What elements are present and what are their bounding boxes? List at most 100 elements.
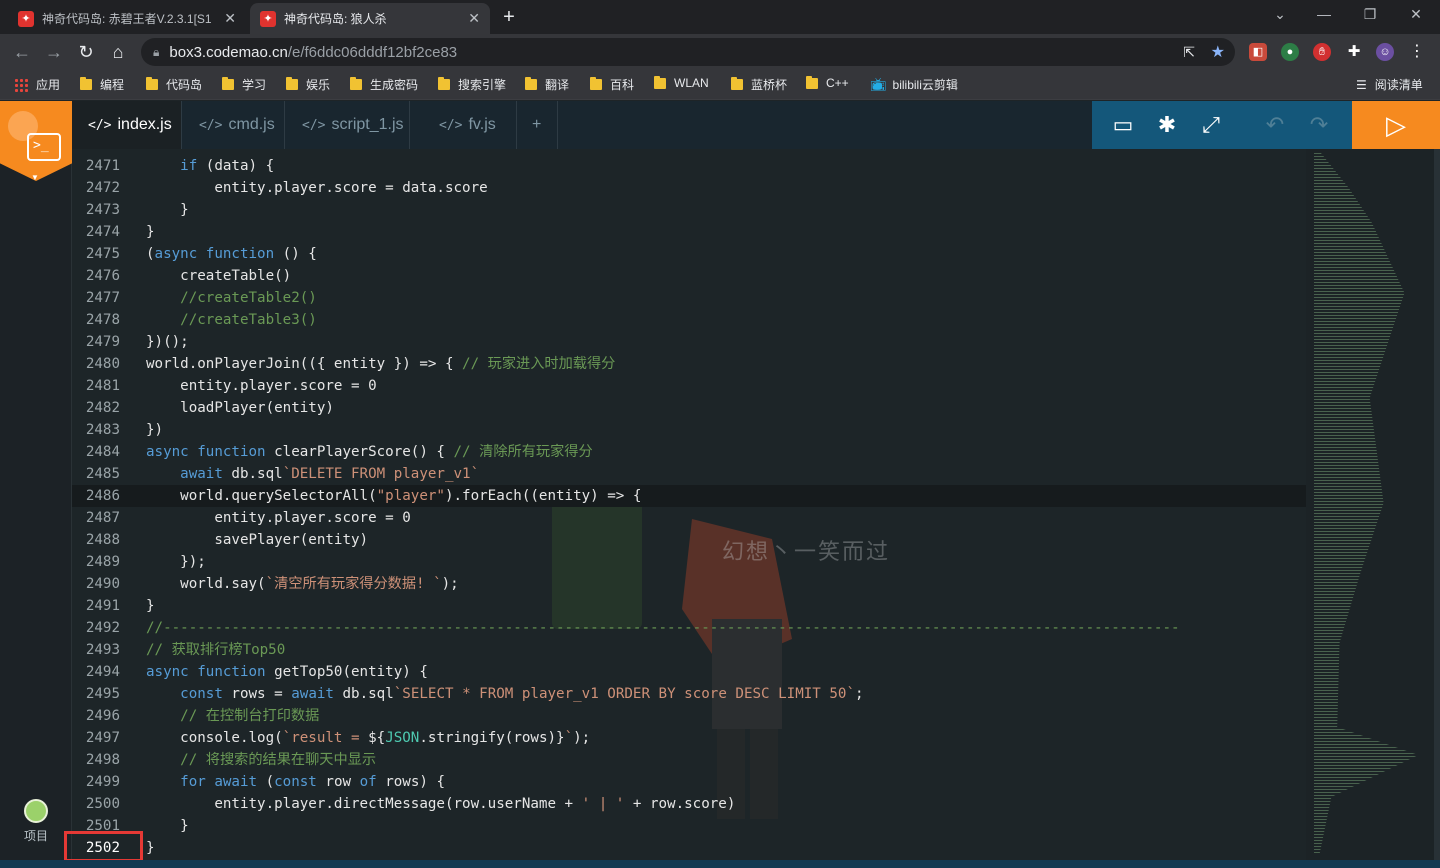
line-text: async function getTop50(entity) {: [146, 661, 428, 683]
reload-icon[interactable]: ↻: [74, 40, 98, 64]
code-token: (data) {: [197, 158, 275, 174]
code-line[interactable]: 2495 const rows = await db.sql`SELECT * …: [72, 683, 1306, 705]
fullscreen-icon[interactable]: ⤢: [1197, 111, 1225, 139]
code-token: entity.player.score = 0: [146, 378, 377, 394]
code-line[interactable]: 2497 console.log(`result = ${JSON.string…: [72, 727, 1306, 749]
profile-avatar[interactable]: ☺: [1376, 43, 1394, 61]
close-tab-icon[interactable]: ✕: [468, 10, 480, 27]
forward-arrow-icon[interactable]: →: [42, 40, 66, 64]
bookmark-folder[interactable]: 百科: [590, 76, 634, 93]
bookmark-folder[interactable]: 蓝桥杯: [731, 76, 787, 93]
code-token: db.sql: [333, 686, 394, 702]
bookmark-folder[interactable]: 生成密码: [350, 76, 418, 93]
folder-icon: [731, 77, 743, 90]
code-line[interactable]: 2478 //createTable3(): [72, 309, 1306, 331]
tab-cmd-js[interactable]: </> cmd.js: [183, 101, 285, 149]
code-line[interactable]: 2502}: [72, 837, 1306, 859]
undo-icon[interactable]: ↶: [1261, 111, 1289, 139]
line-number: 2491: [85, 598, 120, 614]
extension-2-icon[interactable]: ●: [1281, 43, 1299, 61]
home-icon[interactable]: ⌂: [106, 40, 130, 64]
new-tab-button[interactable]: +: [497, 6, 521, 29]
run-button[interactable]: ▷: [1352, 101, 1440, 149]
extensions-puzzle-icon[interactable]: ✚: [1345, 43, 1363, 61]
code-line[interactable]: 2481 entity.player.score = 0: [72, 375, 1306, 397]
tab-index-js[interactable]: </> index.js: [72, 101, 182, 149]
line-number: 2490: [85, 576, 120, 592]
restore-icon[interactable]: ❐: [1358, 6, 1382, 23]
code-line[interactable]: 2501 }: [72, 815, 1306, 837]
browser-tab-2[interactable]: ✦ 神奇代码岛: 狼人杀 ✕: [250, 3, 490, 34]
code-line[interactable]: 2487 entity.player.score = 0: [72, 507, 1306, 529]
line-text: createTable(): [146, 265, 291, 287]
vertical-scrollbar[interactable]: [1434, 149, 1440, 868]
logo-terminal-button[interactable]: >_ ▼: [0, 101, 72, 181]
bookmark-apps[interactable]: 应用: [14, 76, 60, 93]
code-line[interactable]: 2479})();: [72, 331, 1306, 353]
project-button[interactable]: 项目: [18, 799, 54, 844]
minimize-icon[interactable]: —: [1312, 6, 1336, 22]
code-line[interactable]: 2485 await db.sql`DELETE FROM player_v1`: [72, 463, 1306, 485]
extension-3-icon[interactable]: ✋︎: [1313, 43, 1331, 61]
back-arrow-icon[interactable]: ←: [10, 40, 34, 64]
bookmark-folder[interactable]: WLAN: [654, 75, 709, 90]
code-token: async function: [146, 444, 266, 460]
code-line[interactable]: 2492 //----------------------------------…: [72, 617, 1306, 639]
chat-icon[interactable]: ▭: [1109, 111, 1137, 139]
bookmark-folder[interactable]: 学习: [222, 76, 266, 93]
tab-fv-js[interactable]: </> fv.js: [411, 101, 517, 149]
code-token: await: [180, 466, 223, 482]
address-bar[interactable]: 🔒︎ box3.codemao.cn/e/f6ddc06dddf12bf2ce8…: [141, 38, 1235, 66]
bookmark-folder[interactable]: 代码岛: [146, 76, 202, 93]
code-line[interactable]: 2500 entity.player.directMessage(row.use…: [72, 793, 1306, 815]
code-line[interactable]: 2480 world.onPlayerJoin(({ entity }) => {…: [72, 353, 1306, 375]
code-line[interactable]: 2473 }: [72, 199, 1306, 221]
code-line[interactable]: 2490 world.say(`清空所有玩家得分数据! `);: [72, 573, 1306, 595]
code-line[interactable]: 2488 savePlayer(entity): [72, 529, 1306, 551]
code-line[interactable]: 2471 if (data) {: [72, 155, 1306, 177]
folder-icon: [525, 77, 537, 90]
code-line[interactable]: 2483}): [72, 419, 1306, 441]
code-line[interactable]: 2498 // 将搜索的结果在聊天中显示: [72, 749, 1306, 771]
redo-icon[interactable]: ↷: [1305, 111, 1333, 139]
reading-list[interactable]: ☰ 阅读清单: [1356, 76, 1423, 93]
bookmark-folder[interactable]: 编程: [80, 76, 124, 93]
bookmark-folder[interactable]: 搜索引擎: [438, 76, 506, 93]
bookmark-folder[interactable]: C++: [806, 75, 849, 90]
bookmark-star-icon[interactable]: ★: [1211, 42, 1225, 62]
code-line[interactable]: 2475 (async function () {: [72, 243, 1306, 265]
code-line[interactable]: 2494 async function getTop50(entity) {: [72, 661, 1306, 683]
close-tab-icon[interactable]: ✕: [224, 10, 236, 27]
extension-1-icon[interactable]: ◧: [1249, 43, 1267, 61]
terminal-icon: >_: [27, 133, 61, 161]
bookmark-bilibili[interactable]: 📺︎ bilibili云剪辑: [870, 76, 958, 93]
code-line[interactable]: 2482 loadPlayer(entity): [72, 397, 1306, 419]
code-line[interactable]: 2499 for await (const row of rows) {: [72, 771, 1306, 793]
current-line-highlight-box: [64, 831, 143, 862]
code-line[interactable]: 2489 });: [72, 551, 1306, 573]
code-line[interactable]: 2484 async function clearPlayerScore() { …: [72, 441, 1306, 463]
bookmark-folder[interactable]: 翻译: [525, 76, 569, 93]
browser-tab-1[interactable]: ✦ 神奇代码岛: 赤碧王者V.2.3.1[S1 ✕: [8, 3, 246, 34]
bookmark-folder[interactable]: 娱乐: [286, 76, 330, 93]
more-menu-icon[interactable]: ⋮: [1408, 43, 1426, 61]
close-window-icon[interactable]: ✕: [1404, 6, 1428, 23]
code-minimap[interactable]: [1306, 149, 1434, 868]
code-token: ;: [855, 686, 864, 702]
codemao-favicon-icon: ✦: [18, 10, 34, 27]
code-line[interactable]: 2493 // 获取排行榜Top50: [72, 639, 1306, 661]
code-line[interactable]: 2477 //createTable2(): [72, 287, 1306, 309]
tab-script-1-js[interactable]: </> script_1.js: [286, 101, 410, 149]
debug-bug-icon[interactable]: ✱: [1153, 111, 1181, 139]
code-editor[interactable]: 幻想丶一笑而过 2471 if (data) {2472 entity.play…: [72, 149, 1306, 868]
code-line[interactable]: 2486 world.querySelectorAll("player").fo…: [72, 485, 1306, 507]
code-line[interactable]: 2474}: [72, 221, 1306, 243]
code-line[interactable]: 2472 entity.player.score = data.score: [72, 177, 1306, 199]
add-tab-button[interactable]: +: [518, 101, 558, 149]
code-token: getTop50(entity) {: [265, 664, 428, 680]
code-line[interactable]: 2491}: [72, 595, 1306, 617]
tab-search-icon[interactable]: ⌄: [1268, 6, 1292, 23]
code-line[interactable]: 2496 // 在控制台打印数据: [72, 705, 1306, 727]
open-in-app-icon[interactable]: ⇱: [1183, 44, 1195, 61]
code-line[interactable]: 2476 createTable(): [72, 265, 1306, 287]
